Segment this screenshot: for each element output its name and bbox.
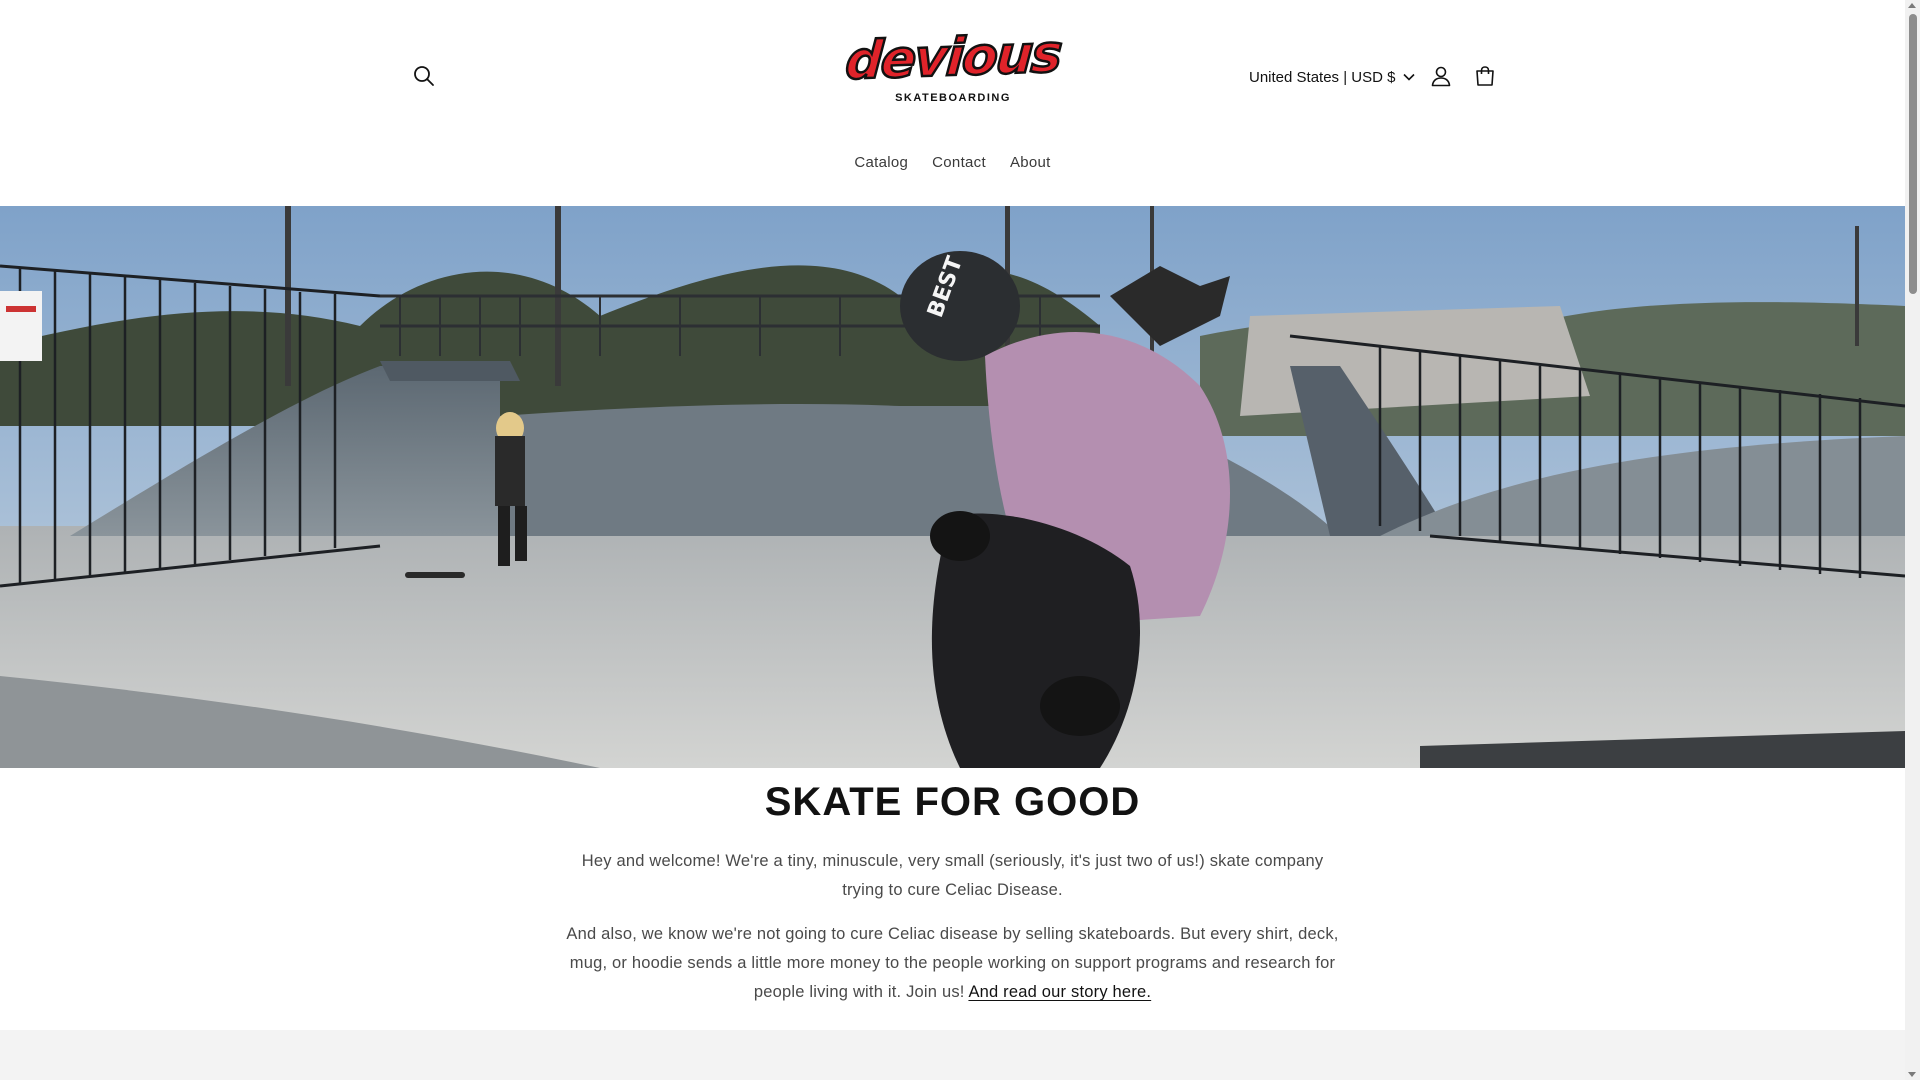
- nav-item-catalog[interactable]: Catalog: [854, 150, 908, 175]
- scroll-down-icon[interactable]: [1908, 1072, 1916, 1077]
- account-button[interactable]: [1419, 54, 1463, 98]
- country-currency-selector[interactable]: United States | USD $: [1249, 63, 1416, 91]
- main-nav: Catalog Contact About: [0, 150, 1905, 175]
- cart-icon: [1476, 66, 1494, 86]
- locale-label: United States | USD $: [1249, 68, 1396, 86]
- page-scrollbar[interactable]: [1905, 0, 1920, 1080]
- cart-button[interactable]: [1463, 54, 1507, 98]
- intro-paragraph-1: Hey and welcome! We're a tiny, minuscule…: [581, 852, 1324, 899]
- skatepark-hero-image: BEST: [0, 206, 1905, 768]
- site-header: devious SKATEBOARDING United States | US…: [0, 0, 1905, 206]
- account-icon: [1431, 66, 1451, 87]
- search-icon: [414, 66, 434, 86]
- nav-item-contact[interactable]: Contact: [932, 150, 986, 175]
- scroll-up-icon[interactable]: [1908, 3, 1916, 8]
- nav-item-about[interactable]: About: [1010, 150, 1051, 175]
- next-section: [0, 1030, 1905, 1080]
- intro-paragraph-2: And also, we know we're not going to cur…: [560, 920, 1345, 1007]
- page-title: SKATE FOR GOOD: [764, 780, 1141, 824]
- logo-wordmark: devious: [842, 23, 1063, 93]
- hero-banner: BEST: [0, 206, 1905, 768]
- story-link[interactable]: And read our story here.: [968, 983, 1151, 1001]
- intro-section: SKATE FOR GOOD Hey and welcome! We're a …: [0, 768, 1905, 1030]
- intro-paragraph-2-text: And also, we know we're not going to cur…: [566, 925, 1339, 1001]
- scrollbar-thumb[interactable]: [1909, 14, 1917, 294]
- logo-subtext: SKATEBOARDING: [895, 92, 1011, 104]
- logo-link[interactable]: devious SKATEBOARDING: [842, 23, 1063, 120]
- chevron-down-icon: [1403, 73, 1416, 81]
- page: devious SKATEBOARDING United States | US…: [0, 0, 1905, 1080]
- search-button[interactable]: [402, 54, 446, 98]
